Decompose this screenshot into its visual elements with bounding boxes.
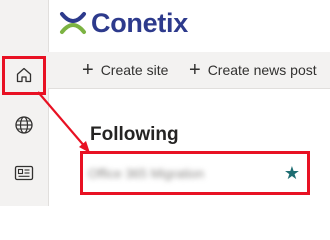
annotation-arrow <box>37 91 90 153</box>
